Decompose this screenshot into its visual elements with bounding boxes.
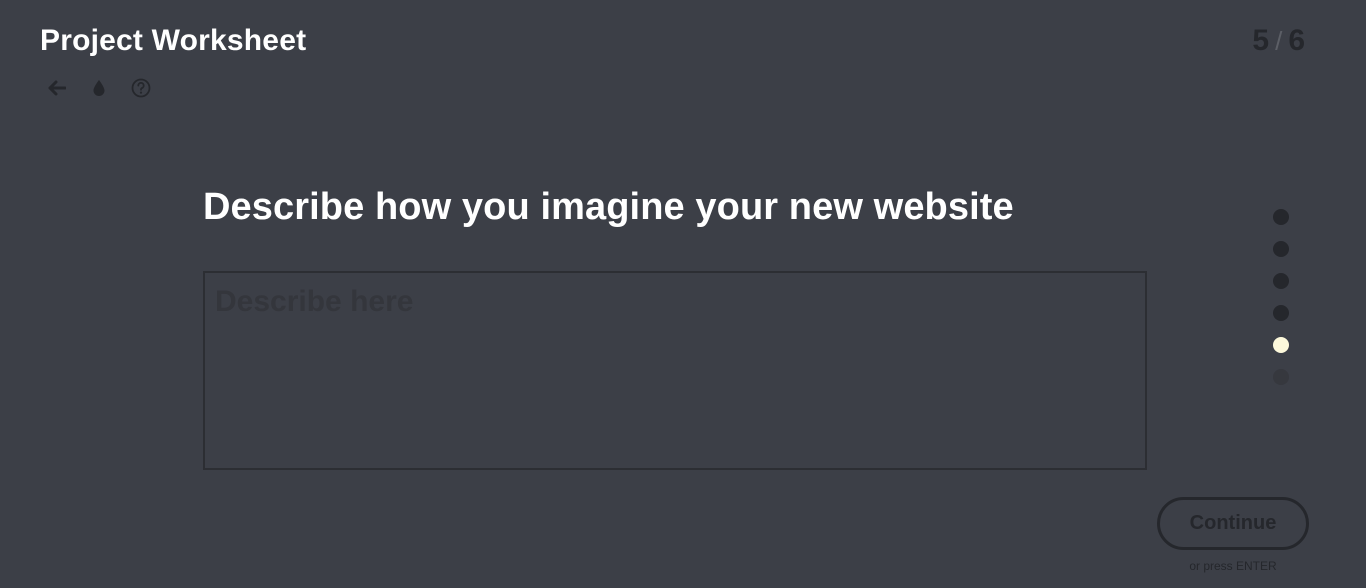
step-dot-5[interactable] [1273,337,1289,353]
droplet-icon [93,80,105,96]
step-dot-1[interactable] [1273,209,1289,225]
back-arrow-icon [48,80,66,96]
step-separator: / [1275,26,1283,56]
continue-button[interactable]: Continue [1157,497,1309,550]
toolbar [46,77,152,99]
step-dot-2[interactable] [1273,241,1289,257]
description-input[interactable] [203,271,1147,470]
app-title: Project Worksheet [40,24,307,57]
step-dots [1273,209,1289,385]
current-step: 5 [1252,24,1270,57]
step-dot-3[interactable] [1273,273,1289,289]
theme-button[interactable] [88,77,110,99]
worksheet-page: Project Worksheet 5 / 6 Describe how you… [0,0,1366,588]
back-button[interactable] [46,77,68,99]
step-dot-6[interactable] [1273,369,1289,385]
total-steps: 6 [1288,24,1305,57]
step-counter: 5 / 6 [1252,24,1305,58]
help-icon [131,78,151,98]
help-button[interactable] [130,77,152,99]
step-dot-4[interactable] [1273,305,1289,321]
question-title: Describe how you imagine your new websit… [203,186,1014,228]
enter-hint: or press ENTER [1189,559,1277,573]
